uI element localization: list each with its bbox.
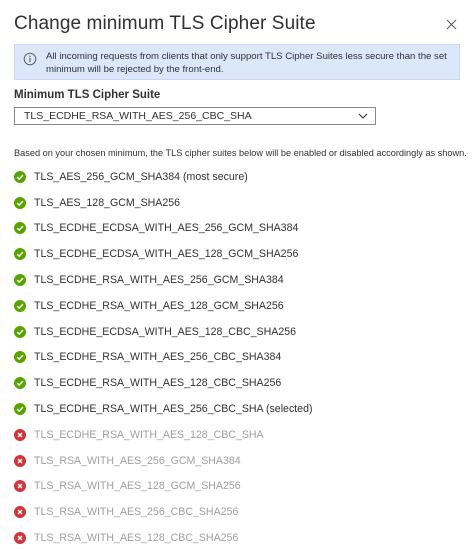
close-icon xyxy=(446,19,456,29)
minimum-cipher-suite-label: Minimum TLS Cipher Suite xyxy=(14,89,161,101)
cipher-suite-item: TLS_ECDHE_RSA_WITH_AES_128_CBC_SHA xyxy=(14,422,454,448)
cipher-suite-item: TLS_ECDHE_ECDSA_WITH_AES_128_CBC_SHA256 xyxy=(14,319,454,345)
cipher-suite-item: TLS_ECDHE_RSA_WITH_AES_256_CBC_SHA384 xyxy=(14,345,454,371)
checkmark-icon xyxy=(14,377,26,390)
checkmark-icon xyxy=(14,325,26,338)
error-icon xyxy=(14,532,26,545)
cipher-suite-item: TLS_ECDHE_RSA_WITH_AES_256_GCM_SHA384 xyxy=(14,267,454,293)
cipher-suite-item: TLS_RSA_WITH_AES_256_CBC_SHA256 xyxy=(14,499,454,525)
dialog-header: Change minimum TLS Cipher Suite xyxy=(14,11,460,37)
error-icon xyxy=(14,506,26,519)
checkmark-icon xyxy=(14,170,26,183)
cipher-suite-label: TLS_ECDHE_ECDSA_WITH_AES_256_GCM_SHA384 xyxy=(34,222,299,235)
dropdown-selected-value: TLS_ECDHE_RSA_WITH_AES_256_CBC_SHA xyxy=(24,110,252,122)
dialog-title: Change minimum TLS Cipher Suite xyxy=(14,13,316,34)
cipher-suite-item: TLS_ECDHE_ECDSA_WITH_AES_256_GCM_SHA384 xyxy=(14,216,454,242)
checkmark-icon xyxy=(14,403,26,416)
cipher-suite-list: TLS_AES_256_GCM_SHA384 (most secure) TLS_… xyxy=(14,164,454,549)
checkmark-icon xyxy=(14,196,26,209)
cipher-suites-description: Based on your chosen minimum, the TLS ci… xyxy=(14,148,467,158)
minimum-cipher-suite-dropdown[interactable]: TLS_ECDHE_RSA_WITH_AES_256_CBC_SHA xyxy=(14,107,376,125)
error-icon xyxy=(14,480,26,493)
cipher-suite-label: TLS_AES_256_GCM_SHA384 (most secure) xyxy=(34,170,248,183)
error-icon xyxy=(14,428,26,441)
chevron-down-icon xyxy=(358,113,368,119)
cipher-suite-label: TLS_ECDHE_RSA_WITH_AES_128_CBC_SHA xyxy=(34,428,264,441)
cipher-suite-item: TLS_ECDHE_RSA_WITH_AES_128_CBC_SHA256 xyxy=(14,370,454,396)
cipher-suite-label: TLS_RSA_WITH_AES_128_GCM_SHA256 xyxy=(34,480,241,493)
info-message-text: All incoming requests from clients that … xyxy=(46,51,447,75)
info-message-bar: All incoming requests from clients that … xyxy=(14,44,460,80)
cipher-suite-label: TLS_ECDHE_RSA_WITH_AES_256_CBC_SHA (sele… xyxy=(34,403,313,416)
cipher-suite-item: TLS_ECDHE_ECDSA_WITH_AES_128_GCM_SHA256 xyxy=(14,241,454,267)
cipher-suite-item: TLS_RSA_WITH_AES_256_GCM_SHA384 xyxy=(14,448,454,474)
cipher-suite-label: TLS_ECDHE_ECDSA_WITH_AES_128_CBC_SHA256 xyxy=(34,325,297,338)
cipher-suite-label: TLS_ECDHE_RSA_WITH_AES_128_GCM_SHA256 xyxy=(34,299,284,312)
cipher-suite-item: TLS_AES_256_GCM_SHA384 (most secure) xyxy=(14,164,454,190)
cipher-suite-label: TLS_ECDHE_RSA_WITH_AES_256_CBC_SHA384 xyxy=(34,351,282,364)
checkmark-icon xyxy=(14,299,26,312)
cipher-suite-label: TLS_ECDHE_RSA_WITH_AES_128_CBC_SHA256 xyxy=(34,377,282,390)
cipher-suite-label: TLS_RSA_WITH_AES_128_CBC_SHA256 xyxy=(34,532,239,545)
cipher-suite-item: TLS_RSA_WITH_AES_128_GCM_SHA256 xyxy=(14,474,454,500)
cipher-suite-label: TLS_RSA_WITH_AES_256_GCM_SHA384 xyxy=(34,454,241,467)
checkmark-icon xyxy=(14,274,26,287)
checkmark-icon xyxy=(14,248,26,261)
info-icon xyxy=(23,52,37,66)
cipher-suite-item: TLS_RSA_WITH_AES_128_CBC_SHA256 xyxy=(14,525,454,549)
checkmark-icon xyxy=(14,222,26,235)
close-button[interactable] xyxy=(442,15,460,33)
cipher-suite-item: TLS_ECDHE_RSA_WITH_AES_256_CBC_SHA (sele… xyxy=(14,396,454,422)
checkmark-icon xyxy=(14,351,26,364)
cipher-suite-label: TLS_RSA_WITH_AES_256_CBC_SHA256 xyxy=(34,506,239,519)
cipher-suite-label: TLS_ECDHE_ECDSA_WITH_AES_128_GCM_SHA256 xyxy=(34,248,299,261)
error-icon xyxy=(14,454,26,467)
change-tls-cipher-dialog: Change minimum TLS Cipher Suite All inco… xyxy=(0,0,474,549)
cipher-suite-label: TLS_AES_128_GCM_SHA256 xyxy=(34,196,181,209)
cipher-suite-item: TLS_ECDHE_RSA_WITH_AES_128_GCM_SHA256 xyxy=(14,293,454,319)
cipher-suite-label: TLS_ECDHE_RSA_WITH_AES_256_GCM_SHA384 xyxy=(34,274,284,287)
cipher-suite-item: TLS_AES_128_GCM_SHA256 xyxy=(14,190,454,216)
